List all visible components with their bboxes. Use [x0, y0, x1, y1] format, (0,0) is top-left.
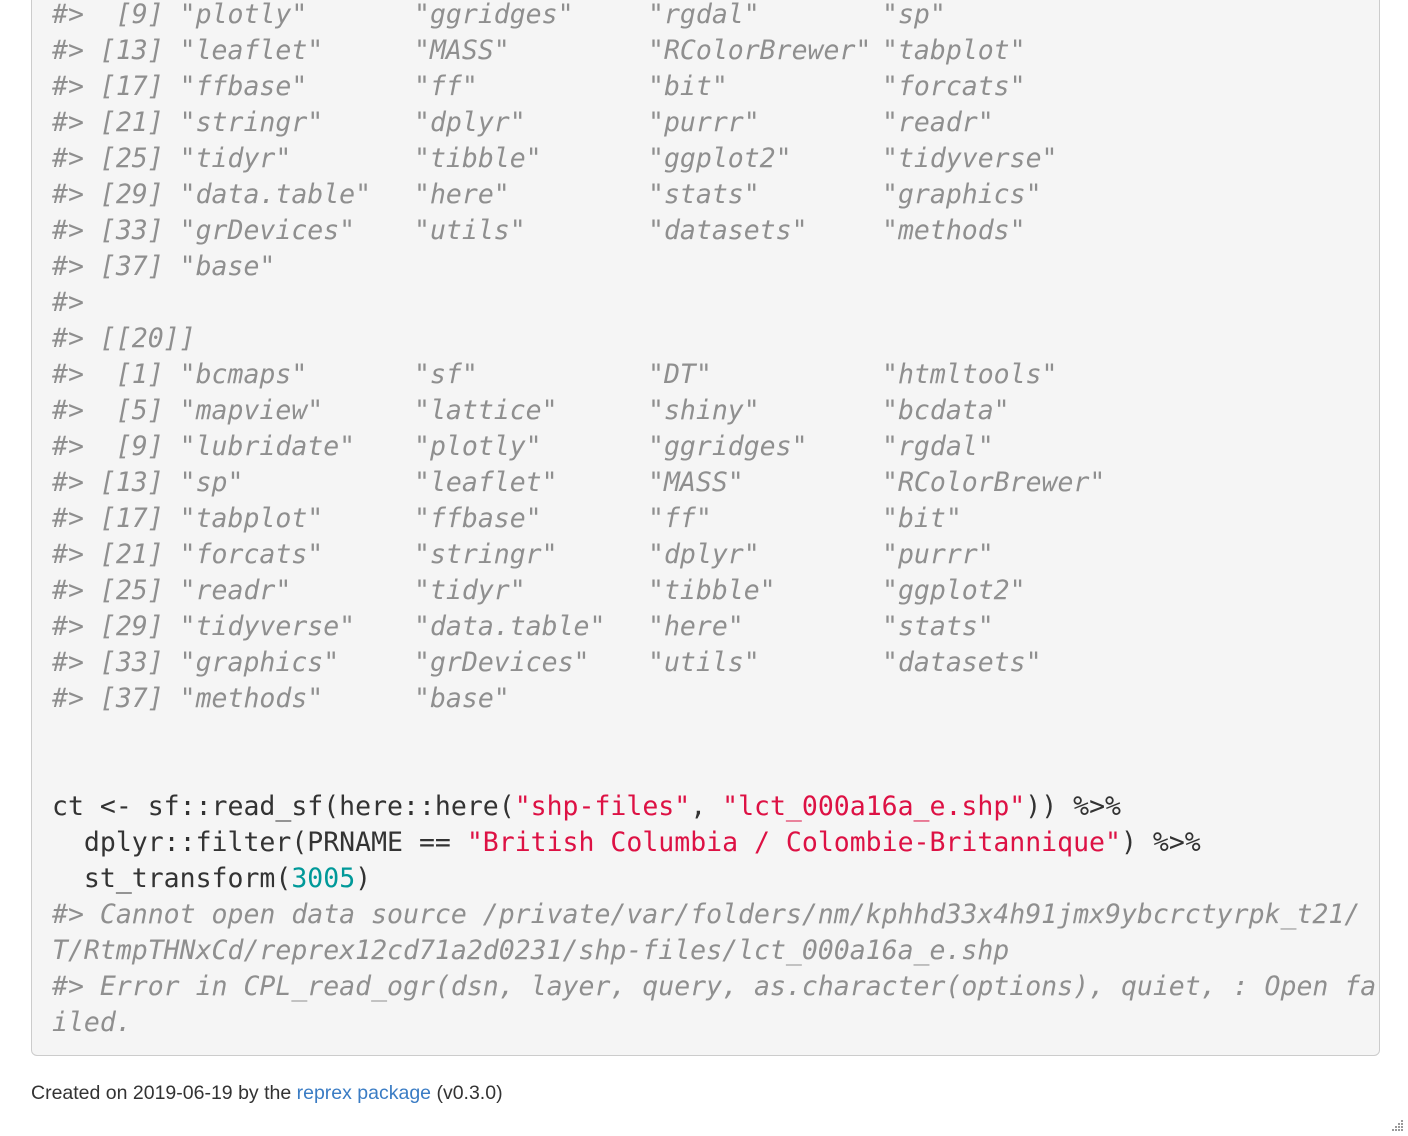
code-line-read-sf: ct <- sf::read_sf(here::here("shp-files"…	[52, 789, 1121, 825]
output-row-index: #> [13] "leaflet"	[52, 35, 324, 66]
code-text: )) %>%	[1025, 791, 1121, 822]
package-name: "ff"	[414, 71, 478, 102]
package-name: "methods"	[882, 215, 1026, 246]
code-text: st_transform(	[52, 863, 292, 894]
package-name: "dplyr"	[648, 539, 760, 570]
package-name: "here"	[414, 179, 510, 210]
code-text: ) %>%	[1120, 827, 1201, 858]
package-name: "tidyverse"	[882, 143, 1058, 174]
code-string: "British Columbia / Colombie-Britannique…	[466, 827, 1121, 858]
package-name: "RColorBrewer"	[648, 35, 872, 66]
output-row-index: #> [5] "mapview"	[52, 395, 324, 426]
output-row-index: #> [1] "bcmaps"	[52, 359, 308, 390]
package-name: "MASS"	[648, 467, 744, 498]
reprex-caption: Created on 2019-06-19 by the reprex pack…	[31, 1080, 503, 1106]
package-name: "bit"	[882, 503, 962, 534]
package-name: "stringr"	[414, 539, 558, 570]
reprex-package-link[interactable]: reprex package	[297, 1082, 431, 1104]
package-name: "tidyr"	[414, 575, 526, 606]
output-row-index: #> [13] "sp"	[52, 467, 244, 498]
package-name: "tibble"	[648, 575, 776, 606]
code-string: "shp-files"	[514, 791, 691, 822]
package-name: "tabplot"	[882, 35, 1026, 66]
output-row-index: #> [9] "plotly"	[52, 0, 308, 30]
package-name: "tibble"	[414, 143, 542, 174]
package-name: "bit"	[648, 71, 728, 102]
code-text: )	[355, 863, 372, 894]
code-text: dplyr::filter(PRNAME ==	[52, 827, 467, 858]
output-row-index: #> [17] "tabplot"	[52, 503, 324, 534]
package-name: "forcats"	[882, 71, 1026, 102]
error-line: T/RtmpTHNxCd/reprex12cd71a2d0231/shp-fil…	[52, 935, 1010, 966]
resize-grip-icon[interactable]	[1390, 1118, 1404, 1132]
package-name: "graphics"	[882, 179, 1042, 210]
code-line-transform: st_transform(3005)	[52, 861, 371, 897]
package-name: "stats"	[648, 179, 760, 210]
package-name: "leaflet"	[414, 467, 558, 498]
package-name: "here"	[648, 611, 744, 642]
package-name: "MASS"	[414, 35, 510, 66]
code-line-filter: dplyr::filter(PRNAME == "British Columbi…	[52, 825, 1201, 861]
output-row-index: #> [9] "lubridate"	[52, 431, 356, 462]
package-name: "lattice"	[414, 395, 558, 426]
package-name: "ggplot2"	[882, 575, 1026, 606]
output-blank-line: #>	[52, 287, 84, 318]
package-name: "datasets"	[648, 215, 808, 246]
output-row-index: #> [25] "readr"	[52, 575, 292, 606]
package-name: "utils"	[648, 647, 760, 678]
output-row-index: #> [17] "ffbase"	[52, 71, 308, 102]
output-row-index: #> [33] "grDevices"	[52, 215, 356, 246]
code-text: ct <- sf::read_sf(here::here(	[52, 791, 515, 822]
code-text: ,	[690, 791, 723, 822]
package-name: "ggridges"	[414, 0, 574, 30]
code-string: "lct_000a16a_e.shp"	[722, 791, 1026, 822]
output-row-index: #> [29] "data.table"	[52, 179, 372, 210]
package-name: "sp"	[882, 0, 946, 30]
error-line: #> Error in CPL_read_ogr(dsn, layer, que…	[52, 971, 1377, 1002]
package-name: "utils"	[414, 215, 526, 246]
package-name: "ffbase"	[414, 503, 542, 534]
output-list-header: #> [[20]]	[52, 323, 196, 354]
output-row-index: #> [21] "stringr"	[52, 107, 324, 138]
package-name: "shiny"	[648, 395, 760, 426]
package-name: "base"	[414, 683, 510, 714]
package-name: "dplyr"	[414, 107, 526, 138]
package-name: "rgdal"	[648, 0, 760, 30]
package-name: "ff"	[648, 503, 712, 534]
output-row-index: #> [25] "tidyr"	[52, 143, 292, 174]
package-name: "purrr"	[882, 539, 994, 570]
caption-prefix: Created on 2019-06-19 by the	[31, 1082, 297, 1104]
package-name: "plotly"	[414, 431, 542, 462]
package-name: "ggplot2"	[648, 143, 792, 174]
output-row-index: #> [29] "tidyverse"	[52, 611, 356, 642]
package-name: "RColorBrewer"	[882, 467, 1106, 498]
package-name: "data.table"	[414, 611, 606, 642]
package-name: "readr"	[882, 107, 994, 138]
output-row-index: #> [37] "methods"	[52, 683, 324, 714]
code-number: 3005	[291, 863, 356, 894]
output-row-index: #> [21] "forcats"	[52, 539, 324, 570]
package-name: "ggridges"	[648, 431, 808, 462]
package-name: "grDevices"	[414, 647, 590, 678]
package-name: "purrr"	[648, 107, 760, 138]
caption-suffix: (v0.3.0)	[431, 1082, 503, 1104]
error-line: #> Cannot open data source /private/var/…	[52, 899, 1361, 930]
output-row-index: #> [33] "graphics"	[52, 647, 340, 678]
package-name: "rgdal"	[882, 431, 994, 462]
package-name: "datasets"	[882, 647, 1042, 678]
package-name: "stats"	[882, 611, 994, 642]
package-name: "DT"	[648, 359, 712, 390]
package-name: "sf"	[414, 359, 478, 390]
package-name: "bcdata"	[882, 395, 1010, 426]
output-row-index: #> [37] "base"	[52, 251, 276, 282]
error-line: iled.	[52, 1007, 132, 1038]
package-name: "htmltools"	[882, 359, 1058, 390]
